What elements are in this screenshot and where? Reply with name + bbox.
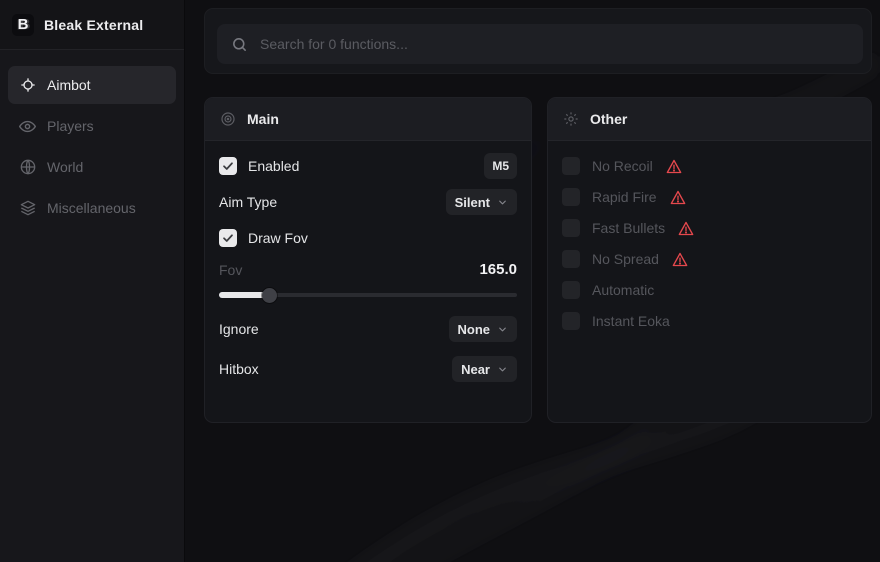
no-recoil-checkbox[interactable] (562, 157, 580, 175)
ignore-label: Ignore (219, 321, 259, 337)
sidebar-item-label: Aimbot (47, 77, 91, 93)
sidebar-item-world[interactable]: World (8, 148, 176, 186)
rapid-fire-label: Rapid Fire (592, 189, 657, 205)
sidebar-nav: Aimbot Players World Mi (0, 50, 184, 243)
other-item-instant-eoka: Instant Eoka (562, 308, 857, 334)
sidebar-item-label: Miscellaneous (47, 200, 136, 216)
ignore-value: None (458, 322, 491, 337)
logo-letter: B (18, 16, 29, 33)
gear-icon (563, 111, 579, 127)
panel-main-body: Enabled M5 Aim Type Silent (205, 141, 531, 404)
warning-icon (666, 159, 682, 174)
no-spread-checkbox[interactable] (562, 250, 580, 268)
no-recoil-label: No Recoil (592, 158, 653, 174)
chevron-down-icon (497, 364, 508, 375)
draw-fov-row: Draw Fov (219, 225, 517, 251)
app-logo: B (12, 14, 34, 36)
warning-icon (672, 252, 688, 267)
app-title: Bleak External (44, 17, 143, 33)
draw-fov-label: Draw Fov (248, 230, 308, 246)
other-item-no-spread: No Spread (562, 246, 857, 272)
main-content: Main Enabled M5 Aim Type Silent (185, 0, 880, 562)
sidebar-item-label: World (47, 159, 83, 175)
search-card (204, 8, 872, 74)
panel-other-body: No Recoil Rapid Fire Fast Bullets (548, 141, 871, 351)
fov-label: Fov (219, 262, 242, 278)
hitbox-value: Near (461, 362, 490, 377)
panel-title: Other (590, 111, 627, 127)
instant-eoka-label: Instant Eoka (592, 313, 670, 329)
eye-icon (19, 118, 36, 135)
warning-icon (678, 221, 694, 236)
globe-icon (19, 159, 36, 176)
warning-icon (670, 190, 686, 205)
panel-title: Main (247, 111, 279, 127)
fov-slider[interactable] (219, 288, 517, 302)
rapid-fire-checkbox[interactable] (562, 188, 580, 206)
sidebar-item-miscellaneous[interactable]: Miscellaneous (8, 189, 176, 227)
enabled-checkbox[interactable] (219, 157, 237, 175)
fov-value: 165.0 (479, 261, 517, 278)
chevron-down-icon (497, 324, 508, 335)
sidebar-item-aimbot[interactable]: Aimbot (8, 66, 176, 104)
check-icon (222, 160, 234, 172)
automatic-checkbox[interactable] (562, 281, 580, 299)
enabled-label: Enabled (248, 158, 299, 174)
panel-other-header: Other (548, 98, 871, 141)
other-item-rapid-fire: Rapid Fire (562, 184, 857, 210)
target-icon (220, 111, 236, 127)
automatic-label: Automatic (592, 282, 654, 298)
no-spread-label: No Spread (592, 251, 659, 267)
draw-fov-checkbox[interactable] (219, 229, 237, 247)
aim-type-label: Aim Type (219, 194, 277, 210)
sidebar-item-label: Players (47, 118, 94, 134)
keybind-button[interactable]: M5 (484, 153, 517, 179)
search-input[interactable] (260, 36, 849, 52)
other-item-no-recoil: No Recoil (562, 153, 857, 179)
enabled-row: Enabled M5 (219, 153, 517, 179)
ignore-row: Ignore None (219, 316, 517, 342)
instant-eoka-checkbox[interactable] (562, 312, 580, 330)
search-box[interactable] (217, 24, 863, 64)
aim-type-dropdown[interactable]: Silent (446, 189, 517, 215)
fast-bullets-checkbox[interactable] (562, 219, 580, 237)
chevron-down-icon (497, 197, 508, 208)
other-item-fast-bullets: Fast Bullets (562, 215, 857, 241)
search-icon (231, 36, 248, 53)
panel-other: Other No Recoil Rapid Fire (547, 97, 872, 423)
ignore-dropdown[interactable]: None (449, 316, 518, 342)
sidebar-item-players[interactable]: Players (8, 107, 176, 145)
layers-icon (19, 200, 36, 217)
hitbox-row: Hitbox Near (219, 356, 517, 382)
fov-row: Fov 165.0 (219, 261, 517, 278)
crosshair-icon (19, 77, 36, 94)
panels-row: Main Enabled M5 Aim Type Silent (204, 97, 872, 423)
slider-thumb[interactable] (262, 288, 277, 303)
other-item-automatic: Automatic (562, 277, 857, 303)
panel-main-header: Main (205, 98, 531, 141)
hitbox-label: Hitbox (219, 361, 259, 377)
panel-main: Main Enabled M5 Aim Type Silent (204, 97, 532, 423)
aim-type-row: Aim Type Silent (219, 189, 517, 215)
fast-bullets-label: Fast Bullets (592, 220, 665, 236)
check-icon (222, 232, 234, 244)
sidebar: B Bleak External Aimbot Players (0, 0, 185, 562)
aim-type-value: Silent (455, 195, 490, 210)
sidebar-header: B Bleak External (0, 0, 184, 50)
hitbox-dropdown[interactable]: Near (452, 356, 517, 382)
